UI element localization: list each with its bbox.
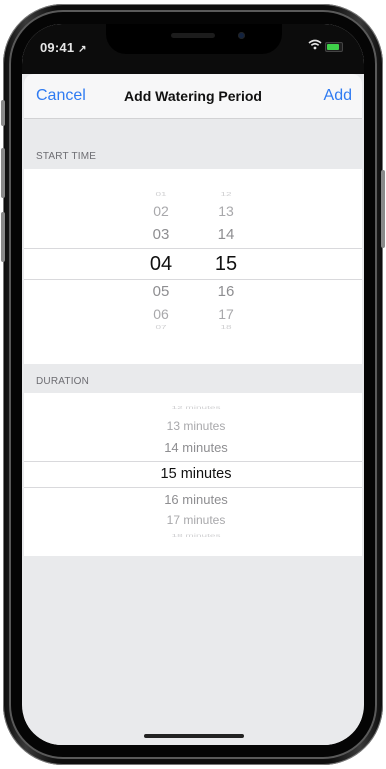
duration-selected[interactable]: 15 minutes — [131, 465, 261, 483]
hour-option[interactable]: 06 — [141, 306, 181, 322]
status-time: 09:41 ↗ — [40, 40, 87, 55]
duration-picker[interactable]: 12 minutes 13 minutes 14 minutes 15 minu… — [24, 393, 362, 556]
minute-option[interactable]: 12 — [206, 192, 246, 198]
duration-option[interactable]: 16 minutes — [131, 492, 261, 508]
minute-option[interactable]: 14 — [206, 226, 246, 244]
volume-down-button — [1, 212, 5, 262]
battery-level — [327, 44, 339, 50]
minute-selected[interactable]: 15 — [206, 252, 246, 276]
hour-selected[interactable]: 04 — [141, 252, 181, 276]
location-arrow-icon: ↗ — [78, 44, 87, 55]
battery-icon — [325, 42, 343, 52]
front-camera — [238, 32, 245, 39]
add-button[interactable]: Add — [324, 87, 352, 105]
minute-option[interactable]: 17 — [206, 306, 246, 322]
selection-indicator-top — [24, 461, 362, 462]
hour-option[interactable]: 05 — [141, 283, 181, 301]
volume-up-button — [1, 148, 5, 198]
minute-option[interactable]: 16 — [206, 283, 246, 301]
start-time-picker[interactable]: 01 02 03 04 05 06 07 12 13 14 15 16 17 1… — [24, 169, 362, 364]
hour-option[interactable]: 07 — [141, 325, 181, 331]
duration-option[interactable]: 18 minutes — [131, 534, 261, 539]
start-time-header: START TIME — [36, 151, 97, 162]
hour-option[interactable]: 03 — [141, 226, 181, 244]
notch — [106, 24, 282, 54]
wifi-icon — [308, 39, 322, 53]
minute-option[interactable]: 18 — [206, 325, 246, 331]
duration-option[interactable]: 12 minutes — [131, 406, 261, 411]
page-title: Add Watering Period — [124, 88, 262, 104]
duration-header: DURATION — [36, 376, 90, 387]
duration-option[interactable]: 13 minutes — [131, 419, 261, 433]
duration-option[interactable]: 17 minutes — [131, 513, 261, 527]
mute-switch — [1, 100, 5, 126]
selection-indicator-bottom — [24, 487, 362, 488]
speaker-grille — [171, 33, 215, 38]
screen: 09:41 ↗ Cancel Add Watering Period Add S… — [22, 24, 364, 745]
power-button — [381, 170, 385, 248]
selection-indicator-bottom — [24, 279, 362, 280]
hour-option[interactable]: 02 — [141, 203, 181, 219]
minute-option[interactable]: 13 — [206, 203, 246, 219]
selection-indicator-top — [24, 248, 362, 249]
duration-option[interactable]: 14 minutes — [131, 440, 261, 456]
hour-option[interactable]: 01 — [141, 192, 181, 198]
modal-sheet: Cancel Add Watering Period Add START TIM… — [24, 74, 362, 745]
home-indicator[interactable] — [144, 734, 244, 738]
